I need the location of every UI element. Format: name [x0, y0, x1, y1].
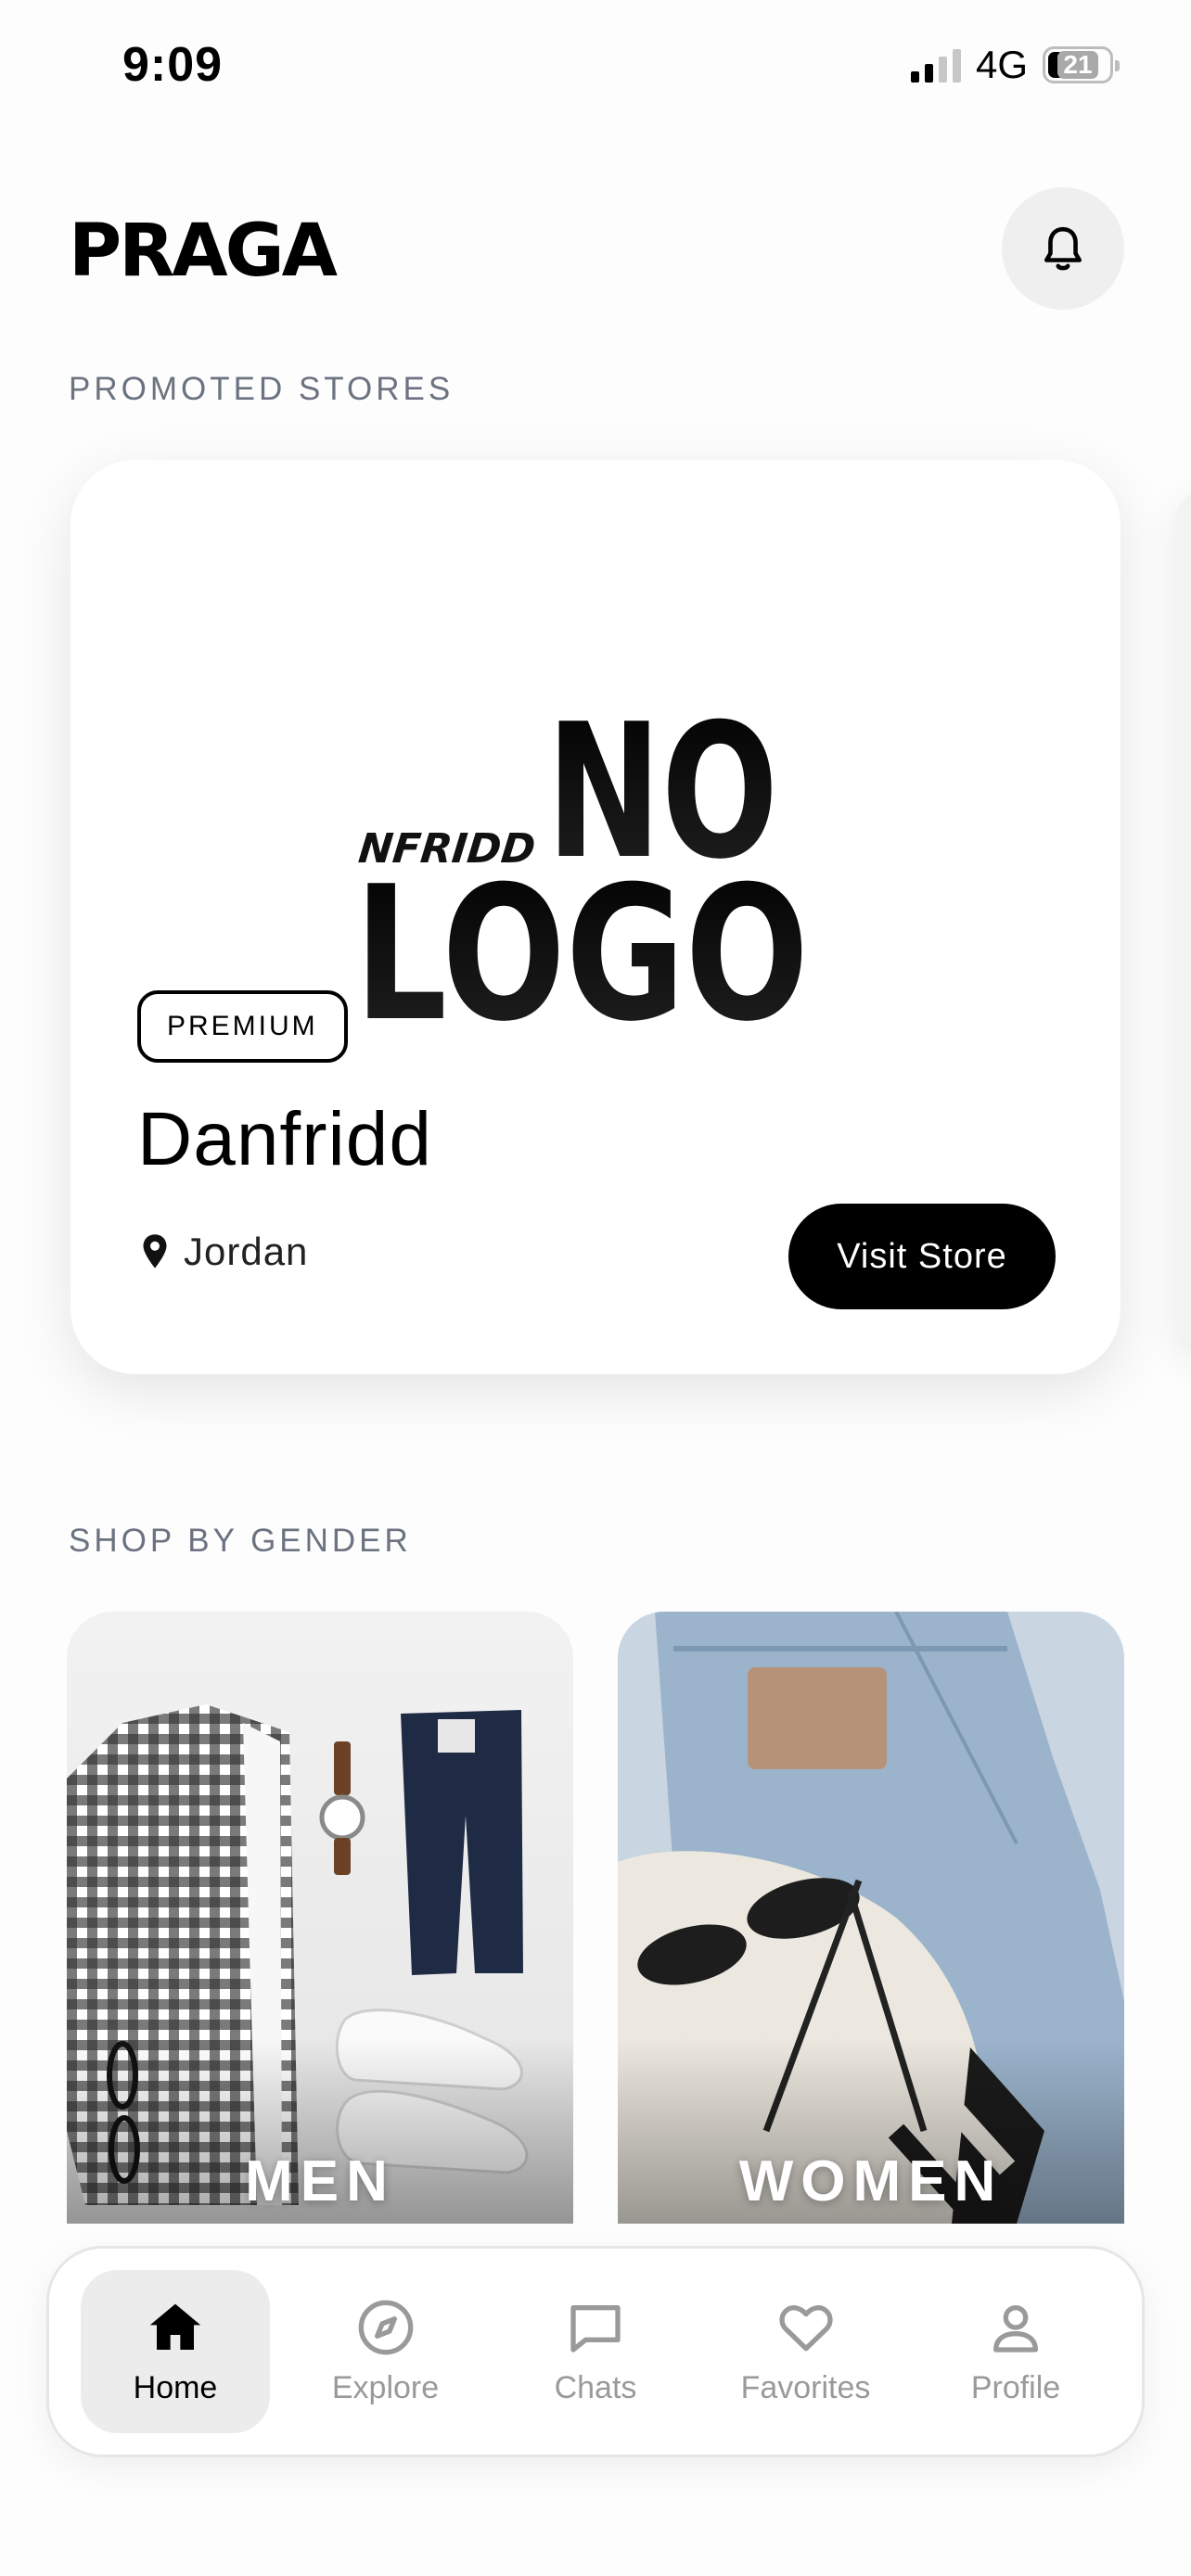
visit-store-button[interactable]: Visit Store — [788, 1204, 1056, 1309]
next-store-card-peek[interactable] — [1176, 491, 1191, 1354]
tab-chats-label: Chats — [554, 2369, 637, 2405]
store-name: Danfridd — [137, 1097, 432, 1181]
tab-favorites[interactable]: Favorites — [711, 2270, 901, 2433]
logo-text-logo: LOGO — [354, 847, 809, 1037]
gender-tile-women-label: WOMEN — [738, 2149, 1004, 2213]
app-title: PRAGA — [69, 210, 338, 293]
tab-profile-label: Profile — [970, 2369, 1061, 2405]
gender-tile-men[interactable]: MEN — [67, 1612, 573, 2224]
gender-tile-women[interactable]: WOMEN — [618, 1612, 1124, 2224]
heart-icon — [778, 2304, 833, 2351]
location-pin-icon — [143, 1234, 167, 1269]
notifications-button[interactable] — [1002, 187, 1124, 310]
promoted-stores-heading: PROMOTED STORES — [69, 371, 455, 407]
gender-tile-men-label: MEN — [245, 2149, 395, 2213]
compass-icon — [358, 2300, 413, 2354]
battery-icon: 21 — [1043, 46, 1120, 83]
battery-level: 21 — [1057, 51, 1098, 79]
tab-home[interactable]: Home — [81, 2270, 270, 2433]
signal-icon — [910, 47, 961, 83]
home-icon — [149, 2303, 201, 2350]
store-logo: DANFRIDD NO LOGO — [354, 712, 809, 1037]
store-card[interactable]: DANFRIDD NO LOGO PREMIUM Danfridd Jordan… — [70, 460, 1121, 1374]
chat-icon — [570, 2304, 621, 2353]
tab-home-label: Home — [133, 2369, 218, 2405]
status-indicators: 4G 21 — [910, 43, 1120, 87]
store-location-label: Jordan — [184, 1230, 309, 1273]
tab-chats[interactable]: Chats — [501, 2270, 690, 2433]
shop-by-gender-heading: SHOP BY GENDER — [69, 1523, 412, 1559]
bell-icon — [1044, 226, 1082, 271]
user-icon — [993, 2304, 1038, 2353]
network-type: 4G — [975, 43, 1028, 86]
premium-badge: PREMIUM — [137, 990, 348, 1063]
store-location: Jordan — [141, 1230, 308, 1274]
tab-profile[interactable]: Profile — [921, 2270, 1110, 2433]
tab-explore-label: Explore — [331, 2369, 440, 2405]
status-bar: 9:09 4G 21 — [0, 0, 1191, 130]
tab-explore[interactable]: Explore — [291, 2270, 480, 2433]
tab-favorites-label: Favorites — [740, 2369, 871, 2405]
bottom-tab-bar: Home Explore Chats Favorites Profile — [46, 2246, 1145, 2457]
status-time: 9:09 — [122, 38, 224, 92]
